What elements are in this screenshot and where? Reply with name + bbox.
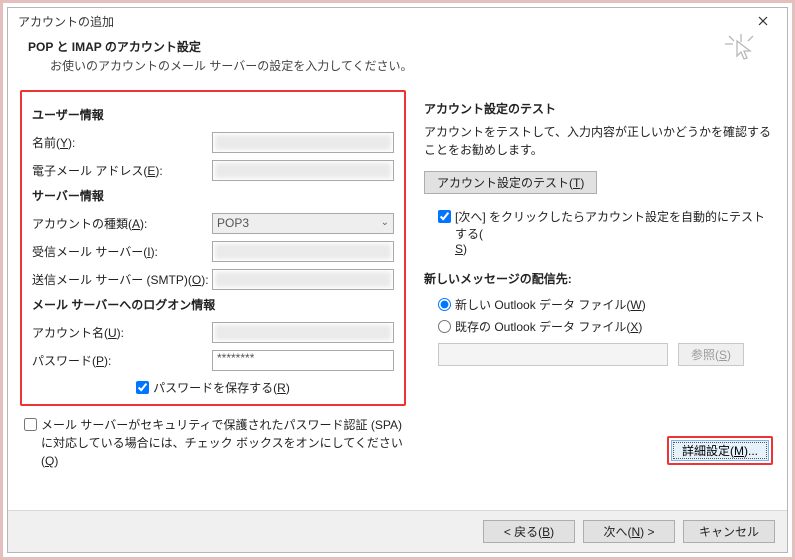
remember-password-label: パスワードを保存する(R)	[153, 379, 290, 396]
logon-info-heading: メール サーバーへのログオン情報	[32, 296, 394, 313]
password-input[interactable]: ********	[212, 350, 394, 371]
back-button[interactable]: < 戻る(B)	[483, 520, 575, 543]
email-label: 電子メール アドレス(E):	[32, 162, 212, 179]
more-settings-highlight: 詳細設定(M)...	[667, 436, 773, 465]
existing-data-file-label: 既存の Outlook データ ファイル(X)	[455, 318, 642, 335]
header: POP と IMAP のアカウント設定 お使いのアカウントのメール サーバーの設…	[8, 34, 787, 84]
data-file-path-input	[438, 343, 668, 366]
new-data-file-radio[interactable]	[438, 298, 451, 311]
cancel-button[interactable]: キャンセル	[683, 520, 775, 543]
cursor-icon	[725, 34, 757, 66]
titlebar: アカウントの追加	[8, 8, 787, 34]
new-data-file-label: 新しい Outlook データ ファイル(W)	[455, 296, 646, 313]
account-name-input[interactable]	[212, 322, 394, 343]
header-subtitle: お使いのアカウントのメール サーバーの設定を入力してください。	[50, 57, 725, 74]
auto-test-checkbox[interactable]	[438, 210, 451, 223]
settings-highlight-box: ユーザー情報 名前(Y): 電子メール アドレス(E): サーバー情報 アカウン…	[20, 90, 406, 406]
user-info-heading: ユーザー情報	[32, 106, 394, 123]
account-type-value: POP3	[217, 216, 249, 230]
account-type-select[interactable]: POP3 ⌄	[212, 213, 394, 234]
spa-checkbox[interactable]	[24, 418, 37, 431]
name-label: 名前(Y):	[32, 134, 212, 151]
account-name-label: アカウント名(U):	[32, 324, 212, 341]
outgoing-server-input[interactable]	[212, 269, 394, 290]
password-label: パスワード(P):	[32, 352, 212, 369]
spa-label: メール サーバーがセキュリティで保護されたパスワード認証 (SPA) に対応して…	[41, 416, 406, 470]
more-settings-button[interactable]: 詳細設定(M)...	[671, 440, 769, 461]
footer: < 戻る(B) 次へ(N) > キャンセル	[8, 510, 787, 552]
chevron-down-icon: ⌄	[381, 217, 389, 228]
name-input[interactable]	[212, 132, 394, 153]
next-button[interactable]: 次へ(N) >	[583, 520, 675, 543]
test-settings-heading: アカウント設定のテスト	[424, 100, 775, 117]
test-settings-button[interactable]: アカウント設定のテスト(T)	[424, 171, 597, 194]
window-title: アカウントの追加	[18, 13, 114, 30]
account-type-label: アカウントの種類(A):	[32, 215, 212, 232]
incoming-server-label: 受信メール サーバー(I):	[32, 243, 212, 260]
header-title: POP と IMAP のアカウント設定	[28, 38, 725, 55]
close-icon	[758, 16, 768, 26]
email-input[interactable]	[212, 160, 394, 181]
remember-password-checkbox[interactable]	[136, 381, 149, 394]
existing-data-file-radio[interactable]	[438, 320, 451, 333]
outgoing-server-label: 送信メール サーバー (SMTP)(O):	[32, 271, 212, 288]
browse-button: 参照(S)	[678, 343, 744, 366]
dialog-window: アカウントの追加 POP と IMAP のアカウント設定 お使いのアカウントのメ…	[7, 7, 788, 553]
screenshot-frame: アカウントの追加 POP と IMAP のアカウント設定 お使いのアカウントのメ…	[0, 0, 795, 560]
server-info-heading: サーバー情報	[32, 187, 394, 204]
delivery-heading: 新しいメッセージの配信先:	[424, 270, 775, 287]
incoming-server-input[interactable]	[212, 241, 394, 262]
test-settings-desc: アカウントをテストして、入力内容が正しいかどうかを確認することをお勧めします。	[424, 123, 775, 159]
auto-test-label: [次へ] をクリックしたらアカウント設定を自動的にテストする(S)	[455, 208, 775, 256]
close-button[interactable]	[745, 10, 781, 32]
